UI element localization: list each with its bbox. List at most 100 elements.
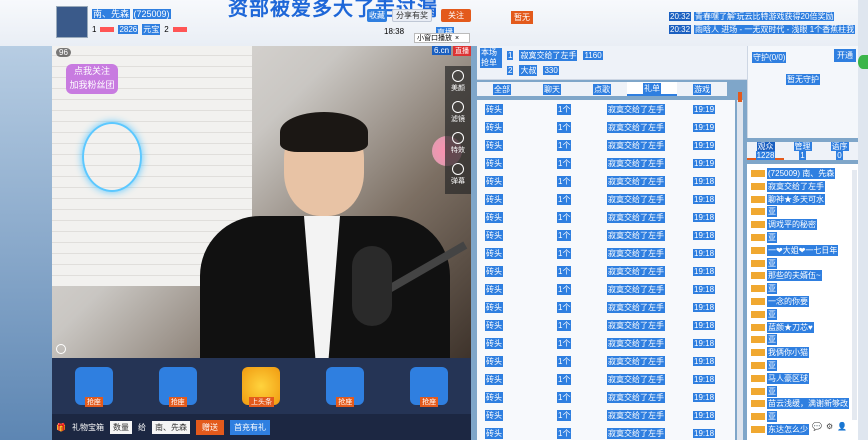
gift-label: 抢座 xyxy=(168,397,187,407)
recharge-button[interactable]: 首充有礼 xyxy=(229,419,270,435)
gift-time: 19:18 xyxy=(693,428,716,438)
gift-qty: 1个 xyxy=(557,175,572,187)
audience-item[interactable]: 调戏平的秘密 xyxy=(751,219,817,231)
streamer-name[interactable]: 南、先森 xyxy=(92,9,131,19)
audience-item[interactable]: 一念的你要 xyxy=(751,296,809,307)
share-button[interactable]: 分享有奖 xyxy=(392,9,432,22)
gift-time: 19:18 xyxy=(693,212,716,222)
side-button[interactable]: 弹幕 xyxy=(451,163,465,186)
audience-item[interactable]: 亚 xyxy=(751,385,777,397)
tab-count: 1228 xyxy=(755,151,776,160)
gift-sender: 寂寞交给了左手 xyxy=(607,229,665,241)
audience-name: (725009) 南、先森 xyxy=(767,168,836,179)
recipient-select[interactable]: 南、先森 xyxy=(151,420,190,434)
gift-shelf: 抢座 抢座 上头条 抢座 抢座 xyxy=(52,358,471,414)
audience-item[interactable]: 聊神★多天可水 xyxy=(751,193,825,205)
gift-seat-button[interactable]: 抢座 xyxy=(158,367,197,407)
chat-icon[interactable]: 💬 xyxy=(812,422,822,431)
gift-list-row[interactable]: 砖头 1个 寂寞交给了左手 19:18 xyxy=(477,208,735,226)
gift-list-scroll-thumb[interactable] xyxy=(738,92,742,102)
close-icon[interactable]: × xyxy=(455,35,459,42)
gift-list-row[interactable]: 砖头 1个 寂寞交给了左手 19:18 xyxy=(477,298,735,316)
tab-order[interactable]: 语序 0 xyxy=(821,142,858,160)
system-message: 20:32 青春嘿了解'玩云比特游戏获得20倍奖励 xyxy=(669,11,835,22)
level-icon xyxy=(751,387,765,395)
mini-window-popup[interactable]: 小窗口播放 × xyxy=(414,33,470,43)
mask-icon xyxy=(452,101,464,113)
gift-list-row[interactable]: 砖头 1个 寂寞交给了左手 19:18 xyxy=(477,280,735,298)
gift-list-row[interactable]: 砖头 1个 寂寞交给了左手 19:19 xyxy=(477,136,735,154)
tab-songs[interactable]: 点歌 xyxy=(577,82,627,96)
gift-list-row[interactable]: 砖头 1个 寂寞交给了左手 19:18 xyxy=(477,388,735,406)
follow-button[interactable]: 关注 xyxy=(441,9,471,22)
audience-item[interactable]: 一❤大姐❤一七日年 xyxy=(751,244,839,256)
gift-list-row[interactable]: 砖头 1个 寂寞交给了左手 19:18 xyxy=(477,334,735,352)
gift-list-row[interactable]: 砖头 1个 寂寞交给了左手 19:19 xyxy=(477,118,735,136)
rank-row[interactable]: 2 大叔 330 xyxy=(507,65,559,76)
gift-list-row[interactable]: 砖头 1个 寂寞交给了左手 19:18 xyxy=(477,370,735,388)
side-button[interactable]: 美颜 xyxy=(451,70,465,93)
favorite-button[interactable]: 收藏 xyxy=(367,9,387,22)
send-gift-button[interactable]: 赠送 xyxy=(195,419,224,435)
audience-item[interactable]: 我俩你小猫 xyxy=(751,347,809,359)
gift-seat-button[interactable]: 抢座 xyxy=(74,367,113,407)
gift-list-scrollbar[interactable] xyxy=(737,100,743,440)
audience-item[interactable]: 马人豪区球 xyxy=(751,372,809,384)
audience-item[interactable]: 亚 xyxy=(751,232,777,243)
audience-item[interactable]: 东达怎么少 xyxy=(751,424,809,435)
audience-item[interactable]: 亚 xyxy=(751,206,777,218)
gift-list-row[interactable]: 砖头 1个 寂寞交给了左手 19:18 xyxy=(477,190,735,208)
gift-seat-button[interactable]: 抢座 xyxy=(326,367,365,407)
gift-list-row[interactable]: 砖头 1个 寂寞交给了左手 19:18 xyxy=(477,244,735,262)
audience-item[interactable]: 亚 xyxy=(751,411,777,423)
streamer-avatar[interactable] xyxy=(56,6,88,38)
tab-gift-list[interactable]: 礼单 xyxy=(627,82,677,96)
audience-item[interactable]: 苗云浅缓，满谢新够改 xyxy=(751,398,849,410)
gift-list-row[interactable]: 砖头 1个 寂寞交给了左手 19:18 xyxy=(477,424,735,440)
audience-item[interactable]: 蓝颜★刀芯♥ xyxy=(751,321,814,333)
side-button[interactable]: 特效 xyxy=(451,132,465,155)
audience-item[interactable]: 寂寞交给了左手 xyxy=(751,180,825,192)
audience-item[interactable]: 那些的夫婿伍~ xyxy=(751,270,822,282)
mic-icon[interactable] xyxy=(56,344,66,354)
gift-list-row[interactable]: 砖头 1个 寂寞交给了左手 19:18 xyxy=(477,352,735,370)
side-button[interactable]: 滤镜 xyxy=(451,101,465,124)
gift-list-row[interactable]: 砖头 1个 寂寞交给了左手 19:18 xyxy=(477,406,735,424)
audience-name: 亚 xyxy=(767,283,777,295)
audience-scrollbar[interactable] xyxy=(852,170,857,420)
video-stream[interactable]: 96 6.cn 直播 点我关注 加我粉丝团 美颜 滤镜 特效 弹幕 xyxy=(52,46,471,358)
gift-qty: 1个 xyxy=(557,139,572,151)
gift-list-row[interactable]: 砖头 1个 寂寞交给了左手 19:19 xyxy=(477,154,735,172)
rank-row[interactable]: 1 寂寞交给了左手 1160 xyxy=(507,50,603,61)
gift-box-label[interactable]: 礼物宝箱 xyxy=(72,422,104,433)
user-icon[interactable]: 👤 xyxy=(837,422,847,431)
tab-admins[interactable]: 管理 1 xyxy=(784,142,821,160)
gift-box-icon[interactable]: 🎁 xyxy=(56,423,66,432)
tab-all[interactable]: 全部 xyxy=(477,82,527,96)
gift-seat-button[interactable]: 抢座 xyxy=(410,367,449,407)
tab-chat[interactable]: 聊天 xyxy=(527,82,577,96)
audience-item[interactable]: 亚 xyxy=(751,257,777,269)
gift-name: 砖头 xyxy=(485,427,503,439)
audience-item[interactable]: 亚 xyxy=(751,308,777,320)
audience-item[interactable]: 亚 xyxy=(751,360,777,371)
gift-list-row[interactable]: 砖头 1个 寂寞交给了左手 19:18 xyxy=(477,226,735,244)
headline-gift-button[interactable]: 上头条 xyxy=(242,367,281,407)
gift-list-row[interactable]: 砖头 1个 寂寞交给了左手 19:18 xyxy=(477,262,735,280)
audience-item[interactable]: 亚 xyxy=(751,334,777,346)
gift-list-row[interactable]: 砖头 1个 寂寞交给了左手 19:18 xyxy=(477,172,735,190)
streamer-stats: 1 2826 元宝 2 xyxy=(92,24,187,35)
favorite-icon[interactable] xyxy=(858,55,868,69)
quantity-select[interactable]: 数量 xyxy=(109,420,132,434)
follow-sticker[interactable]: 点我关注 加我粉丝团 xyxy=(66,64,118,94)
settings-icon[interactable]: ⚙ xyxy=(826,422,833,431)
gift-list-row[interactable]: 砖头 1个 寂寞交给了左手 19:19 xyxy=(477,100,735,118)
gift-qty: 1个 xyxy=(557,283,572,295)
gift-list-row[interactable]: 砖头 1个 寂寞交给了左手 19:18 xyxy=(477,316,735,334)
audience-item[interactable]: 亚 xyxy=(751,283,777,295)
open-guard-button[interactable]: 开通 xyxy=(834,49,856,62)
tab-games[interactable]: 游戏 xyxy=(677,82,727,96)
tab-audience[interactable]: 观众 1228 xyxy=(747,142,784,160)
audience-item[interactable]: (725009) 南、先森 xyxy=(751,168,836,179)
gift-qty: 1个 xyxy=(557,373,572,385)
